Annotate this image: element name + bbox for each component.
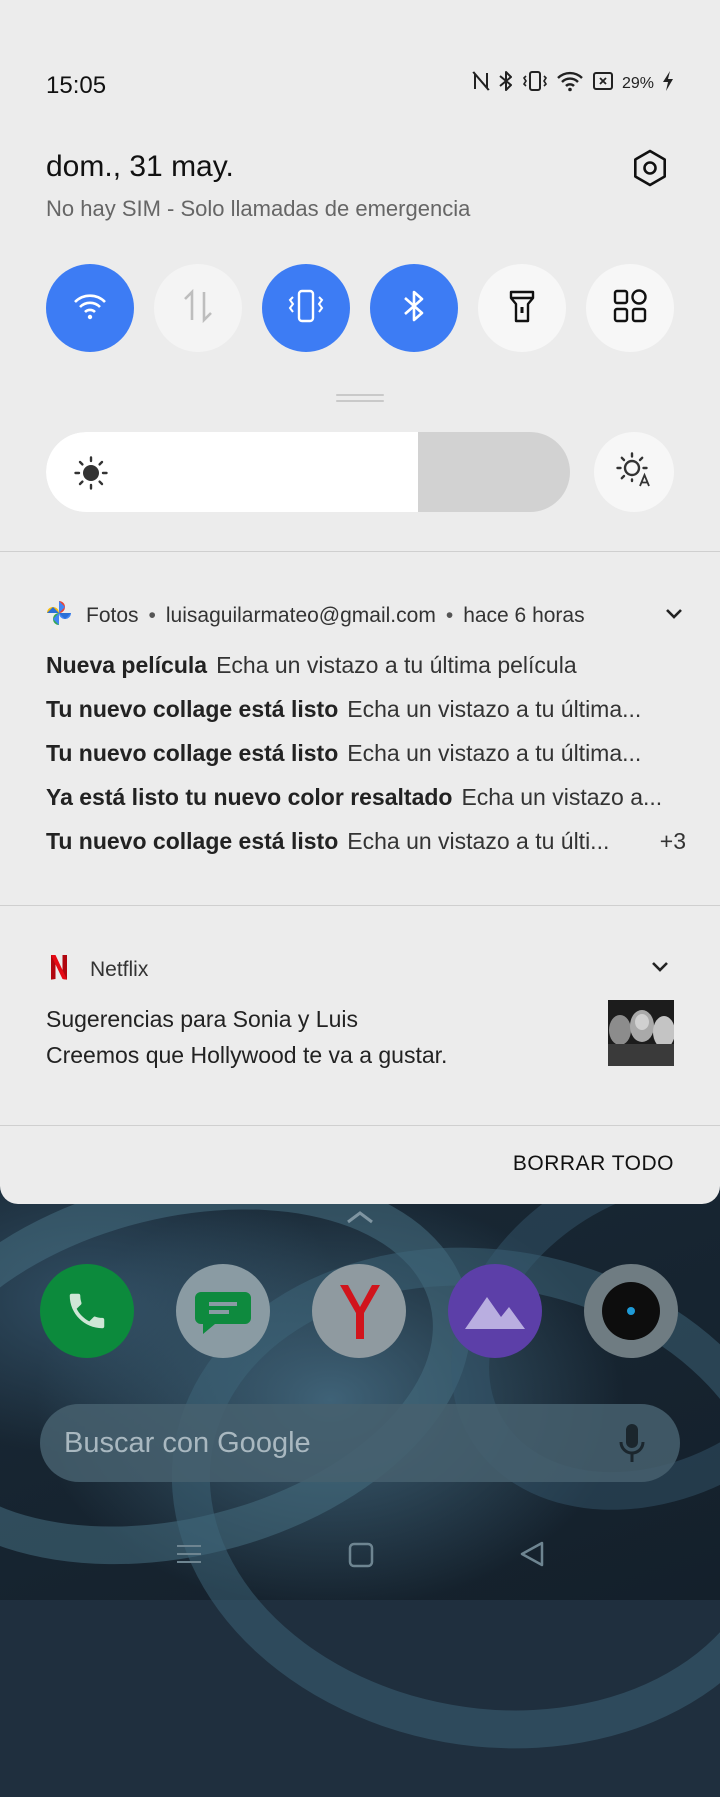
row-title: Tu nuevo collage está listo [46, 696, 339, 722]
google-photos-icon [46, 600, 72, 632]
yandex-browser-app-icon[interactable] [312, 1264, 406, 1358]
photos-notification-header: Fotos • luisaguilarmateo@gmail.com • hac… [46, 600, 585, 632]
sun-icon [74, 456, 108, 495]
settings-icon[interactable] [630, 148, 670, 188]
more-count: +3 [659, 828, 686, 854]
row-body: Echa un vistazo a tu última... [347, 696, 642, 722]
phone-app-icon[interactable] [40, 1264, 134, 1358]
app-drawer-arrow-icon[interactable] [344, 1210, 376, 1229]
bluetooth-icon [402, 289, 426, 328]
photos-notification-row: Tu nuevo collage está listo Echa un vist… [46, 740, 686, 767]
notification-shade: 15:05 29% dom., 31 may. No hay SIM - Sol… [0, 0, 720, 1204]
camera-app-icon[interactable] [584, 1264, 678, 1358]
expand-handle[interactable] [336, 394, 384, 402]
photos-notification-row: Ya está listo tu nuevo color resaltado E… [46, 784, 686, 811]
google-search-bar[interactable]: Buscar con Google [40, 1404, 680, 1482]
gallery-app-icon[interactable] [448, 1264, 542, 1358]
auto-brightness-button[interactable] [594, 432, 674, 512]
auto-brightness-icon [616, 451, 652, 493]
vibrate-icon [522, 70, 548, 97]
netflix-app-name: Netflix [90, 958, 149, 981]
clock: 15:05 [46, 72, 107, 99]
photos-account: luisaguilarmateo@gmail.com [165, 604, 436, 627]
separator-dot: • [445, 604, 454, 627]
netflix-thumbnail [608, 1000, 674, 1066]
row-body: Echa un vistazo a tu última película [216, 652, 577, 678]
chevron-down-icon[interactable] [664, 607, 684, 621]
tile-mobile-data[interactable] [154, 264, 242, 352]
menu-nav-icon[interactable] [176, 1542, 202, 1571]
divider [0, 551, 720, 552]
microphone-icon[interactable] [618, 1422, 646, 1469]
tile-vibrate[interactable] [262, 264, 350, 352]
row-body: Echa un vistazo a... [461, 784, 663, 810]
separator-dot: • [148, 604, 156, 627]
netflix-title: Sugerencias para Sonia y Luis [46, 1006, 358, 1032]
tile-flashlight[interactable] [478, 264, 566, 352]
battery-charging-icon [662, 70, 674, 97]
battery-percent: 29% [621, 74, 654, 92]
status-bar: 15:05 29% [46, 70, 674, 100]
photos-notification-row: Tu nuevo collage está listo Echa un vist… [46, 828, 686, 855]
wifi-icon [556, 70, 584, 97]
flashlight-icon [509, 289, 535, 328]
row-body: Echa un vistazo a tu última... [347, 740, 642, 766]
vibrate-icon [286, 288, 326, 329]
photos-notification-row: Tu nuevo collage está listo Echa un vist… [46, 696, 686, 723]
photos-time: hace 6 horas [463, 604, 585, 627]
row-title: Ya está listo tu nuevo color resaltado [46, 784, 453, 810]
netflix-icon [50, 954, 68, 986]
nfc-icon [472, 71, 490, 96]
divider [0, 1125, 720, 1126]
quick-settings-tiles [46, 264, 674, 352]
tile-wifi[interactable] [46, 264, 134, 352]
home-nav-icon[interactable] [348, 1542, 374, 1573]
row-body: Echa un vistazo a tu últi... [347, 828, 610, 854]
tile-more[interactable] [586, 264, 674, 352]
messages-app-icon[interactable] [176, 1264, 270, 1358]
search-placeholder: Buscar con Google [64, 1426, 311, 1459]
clear-all-button[interactable]: BORRAR TODO [513, 1152, 674, 1176]
back-nav-icon[interactable] [518, 1540, 546, 1573]
data-arrows-icon [181, 288, 215, 329]
no-sim-icon [592, 71, 614, 96]
photos-app-name: Fotos [86, 604, 139, 627]
netflix-notification-header: Netflix [46, 954, 148, 986]
row-title: Tu nuevo collage está listo [46, 740, 339, 766]
divider [0, 905, 720, 906]
brightness-slider[interactable] [46, 432, 570, 512]
photos-notification-row: Nueva película Echa un vistazo a tu últi… [46, 652, 686, 679]
navigation-bar [0, 1536, 720, 1576]
date-label: dom., 31 may. [46, 150, 234, 183]
wifi-icon [72, 291, 108, 326]
chevron-down-icon[interactable] [650, 960, 670, 974]
row-title: Tu nuevo collage está listo [46, 828, 339, 854]
bluetooth-icon [498, 70, 514, 97]
row-title: Nueva película [46, 652, 208, 678]
grid-icon [613, 288, 647, 328]
tile-bluetooth[interactable] [370, 264, 458, 352]
sim-status: No hay SIM - Solo llamadas de emergencia [46, 196, 471, 221]
netflix-body: Creemos que Hollywood te va a gustar. [46, 1042, 448, 1068]
